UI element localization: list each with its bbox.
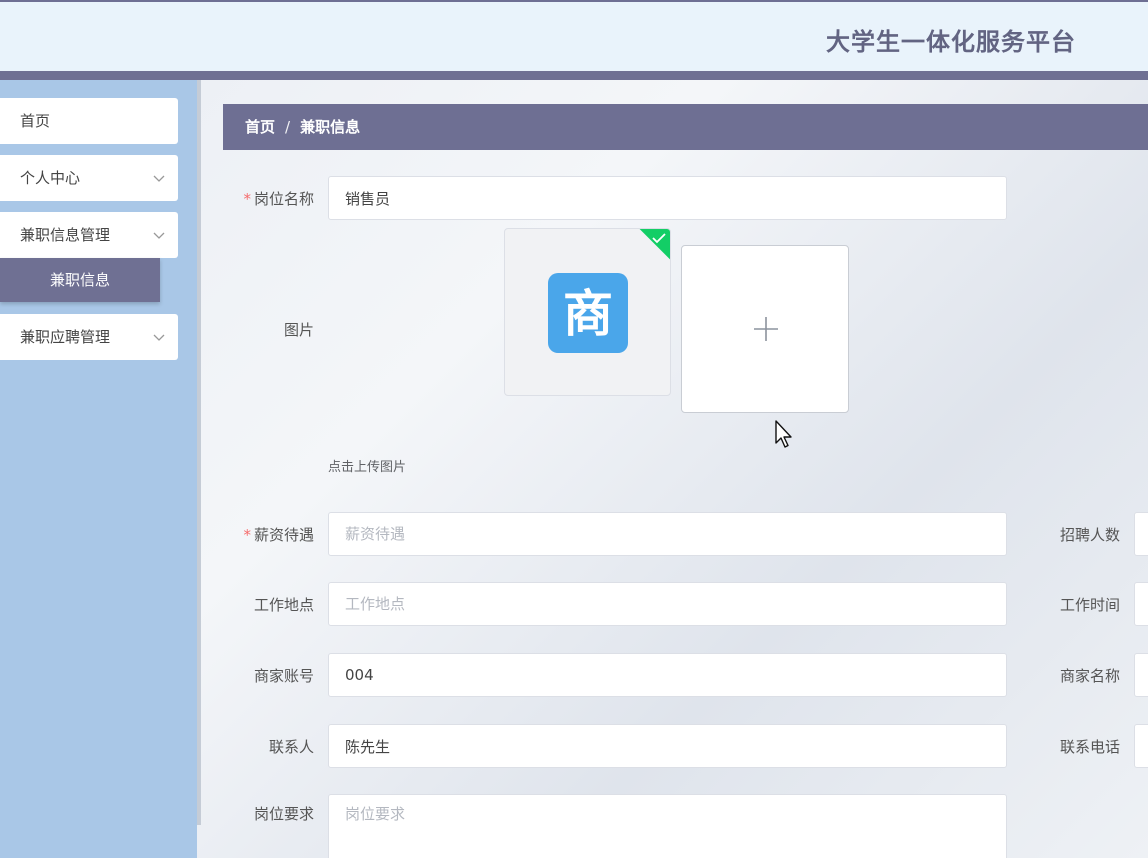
position-name-label: * 岗位名称 (243, 190, 314, 208)
required-mark: * (243, 190, 251, 208)
check-icon (652, 233, 666, 244)
chevron-down-icon (153, 334, 165, 341)
merchant-name-input[interactable] (1134, 653, 1148, 697)
upload-tip: 点击上传图片 (328, 460, 407, 475)
sidebar-item-application-manage[interactable]: 兼职应聘管理 (0, 314, 178, 360)
merchant-account-label: 商家账号 (253, 667, 314, 685)
sidebar: 首页 个人中心 兼职信息管理 兼职信息 兼职应聘管理 (0, 80, 197, 858)
top-header: 大学生一体化服务平台 (0, 0, 1148, 80)
header-bar (0, 71, 1148, 80)
shop-logo-icon: 商 (548, 273, 628, 353)
chevron-down-icon (153, 175, 165, 182)
sidebar-item-label: 个人中心 (20, 169, 81, 187)
position-name-input[interactable] (328, 176, 1007, 220)
upload-add-button[interactable] (681, 245, 849, 413)
required-mark: * (243, 526, 251, 544)
chevron-down-icon (153, 232, 165, 239)
breadcrumb-home[interactable]: 首页 (245, 118, 275, 136)
sidebar-item-personal-center[interactable]: 个人中心 (0, 155, 178, 201)
contact-phone-label: 联系电话 (1059, 738, 1120, 756)
requirements-textarea[interactable] (328, 794, 1007, 858)
contact-input[interactable] (328, 724, 1007, 768)
salary-input[interactable] (328, 512, 1007, 556)
sidebar-item-job-info-manage[interactable]: 兼职信息管理 (0, 212, 178, 258)
uploaded-image-thumb[interactable]: 商 (504, 228, 671, 396)
plus-icon (754, 317, 778, 341)
sidebar-divider (197, 80, 201, 825)
breadcrumb-separator: / (285, 118, 291, 136)
recruit-count-input[interactable] (1134, 512, 1148, 556)
recruit-count-label: 招聘人数 (1059, 526, 1120, 544)
work-time-label: 工作时间 (1059, 596, 1120, 614)
mouse-cursor-icon (775, 420, 792, 448)
contact-label: 联系人 (268, 738, 314, 756)
sidebar-item-label: 兼职应聘管理 (20, 328, 111, 346)
work-time-input[interactable] (1134, 582, 1148, 626)
merchant-account-input[interactable] (328, 653, 1007, 697)
breadcrumb: 首页 / 兼职信息 (223, 104, 1148, 150)
shop-logo-glyph: 商 (563, 285, 613, 343)
app-title: 大学生一体化服务平台 (826, 28, 1076, 56)
merchant-name-label: 商家名称 (1059, 667, 1120, 685)
contact-phone-input[interactable] (1134, 724, 1148, 768)
requirements-label: 岗位要求 (253, 805, 314, 823)
breadcrumb-current: 兼职信息 (300, 118, 361, 136)
sidebar-item-label: 首页 (20, 112, 51, 130)
image-label: 图片 (283, 321, 314, 339)
location-input[interactable] (328, 582, 1007, 626)
location-label: 工作地点 (253, 596, 314, 614)
salary-label: * 薪资待遇 (243, 526, 314, 544)
sidebar-subitem-job-info[interactable]: 兼职信息 (0, 258, 160, 302)
sidebar-item-home[interactable]: 首页 (0, 98, 178, 144)
sidebar-item-label: 兼职信息管理 (20, 226, 111, 244)
